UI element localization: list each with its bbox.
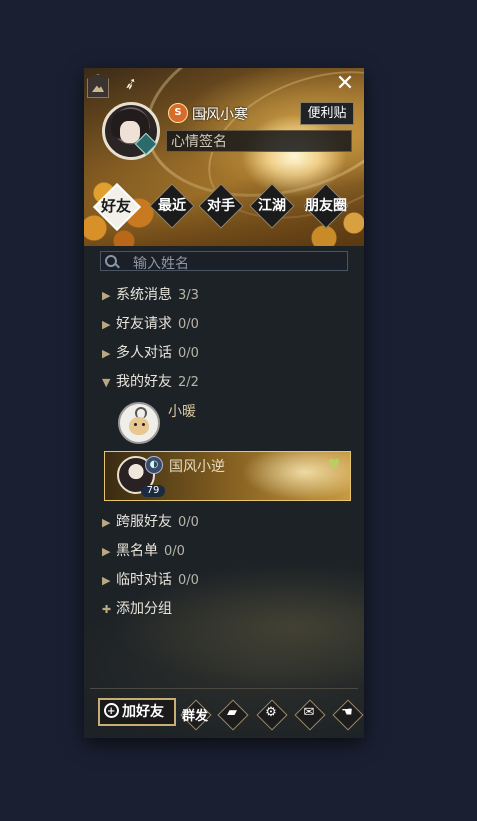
tab-label: 对手 xyxy=(207,198,235,214)
broadcast-label: 群发 xyxy=(181,709,208,724)
mail-icon: ✉ xyxy=(303,705,315,720)
group-system-messages[interactable]: ▶ 系统消息 3/3 xyxy=(102,284,199,306)
broadcast-button[interactable]: 群发 xyxy=(180,699,212,731)
avatar[interactable] xyxy=(102,102,160,160)
interact-button[interactable]: ☚ xyxy=(332,699,364,731)
chevron-right-icon: ▶ xyxy=(102,289,111,302)
mail-button[interactable]: ✉ xyxy=(294,699,326,731)
tab-friends[interactable]: 好友 xyxy=(92,182,142,232)
friend-name: 国风小逆 xyxy=(169,459,225,475)
chevron-right-icon: ▶ xyxy=(102,574,111,587)
group-label: 好友请求 xyxy=(116,316,172,332)
gear-icon: ⚙ xyxy=(265,705,277,720)
tab-label: 江湖 xyxy=(258,198,286,214)
close-icon[interactable]: ✕ xyxy=(334,73,356,95)
level-badge: 79 xyxy=(141,485,165,497)
chevron-right-icon: ▶ xyxy=(102,347,111,360)
group-label: 我的好友 xyxy=(116,374,172,390)
tab-recent[interactable]: 最近 xyxy=(149,183,195,229)
group-friend-requests[interactable]: ▶ 好友请求 0/0 xyxy=(102,313,199,335)
notes-button[interactable]: 便利贴 xyxy=(300,102,354,125)
tab-rivals[interactable]: 对手 xyxy=(198,183,244,229)
group-count: 0/0 xyxy=(178,317,199,332)
chevron-down-icon: ▼ xyxy=(102,376,111,389)
group-count: 0/0 xyxy=(164,544,185,559)
tab-label: 最近 xyxy=(158,198,186,214)
group-cross-server[interactable]: ▶ 跨服好友 0/0 xyxy=(102,511,199,533)
tab-label: 朋友圈 xyxy=(305,198,347,214)
group-label: 多人对话 xyxy=(116,345,172,361)
group-count: 0/0 xyxy=(178,515,199,530)
settings-button[interactable]: ⚙ xyxy=(256,699,288,731)
tab-label: 好友 xyxy=(100,197,131,215)
group-label: 黑名单 xyxy=(116,543,158,559)
add-search-icon xyxy=(104,700,119,724)
chevron-right-icon: ▶ xyxy=(102,516,111,529)
search-input[interactable]: 输入姓名 xyxy=(100,251,348,272)
hand-icon: ☚ xyxy=(341,705,353,720)
friends-panel: ➶ ➶ ✕ S 国风小寒 便利贴 心情签名 好友 最近 对手 江湖 朋友圈 输入… xyxy=(84,68,364,738)
chevron-right-icon: ▶ xyxy=(102,545,111,558)
sect-icon: ◐ xyxy=(145,456,163,474)
friend-name[interactable]: 小暖 xyxy=(168,401,196,421)
player-name: 国风小寒 xyxy=(192,107,248,123)
tab-moments[interactable]: 朋友圈 xyxy=(303,183,349,229)
chat-button[interactable]: ▰ xyxy=(217,699,249,731)
group-count: 3/3 xyxy=(178,288,199,303)
heart-icon[interactable]: ♥ xyxy=(328,457,341,473)
plus-icon: ✚ xyxy=(102,603,112,616)
mountain-icon[interactable] xyxy=(87,74,109,98)
panel-header: ➶ ➶ ✕ S 国风小寒 便利贴 心情签名 好友 最近 对手 江湖 朋友圈 xyxy=(84,68,364,246)
group-count: 0/0 xyxy=(178,573,199,588)
friend-row-selected[interactable]: ◐ 79 国风小逆 ♥ xyxy=(104,451,351,501)
group-count: 2/2 xyxy=(178,375,199,390)
group-label: 添加分组 xyxy=(116,601,172,617)
tab-bar: 好友 最近 对手 江湖 朋友圈 xyxy=(84,182,364,232)
group-temporary-chat[interactable]: ▶ 临时对话 0/0 xyxy=(102,569,199,591)
add-group-button[interactable]: ✚ 添加分组 xyxy=(102,598,172,620)
group-blacklist[interactable]: ▶ 黑名单 0/0 xyxy=(102,540,185,562)
search-icon xyxy=(105,255,117,267)
divider xyxy=(90,688,358,689)
add-friend-button[interactable]: 加好友 xyxy=(98,698,176,726)
group-label: 系统消息 xyxy=(116,287,172,303)
group-multi-chat[interactable]: ▶ 多人对话 0/0 xyxy=(102,342,199,364)
bird-icon: ➶ xyxy=(121,72,140,95)
search-placeholder: 输入姓名 xyxy=(133,256,189,272)
rank-icon: S xyxy=(168,103,188,123)
chat-bubble-icon: ▰ xyxy=(227,705,237,720)
group-my-friends[interactable]: ▼ 我的好友 2/2 xyxy=(102,371,199,393)
add-friend-label: 加好友 xyxy=(122,704,164,720)
chick-icon xyxy=(129,417,149,435)
tab-jianghu[interactable]: 江湖 xyxy=(249,183,295,229)
chevron-right-icon: ▶ xyxy=(102,318,111,331)
group-label: 临时对话 xyxy=(116,572,172,588)
group-label: 跨服好友 xyxy=(116,514,172,530)
group-count: 0/0 xyxy=(178,346,199,361)
mood-signature-field[interactable]: 心情签名 xyxy=(166,130,352,152)
friend-avatar[interactable] xyxy=(118,402,160,444)
